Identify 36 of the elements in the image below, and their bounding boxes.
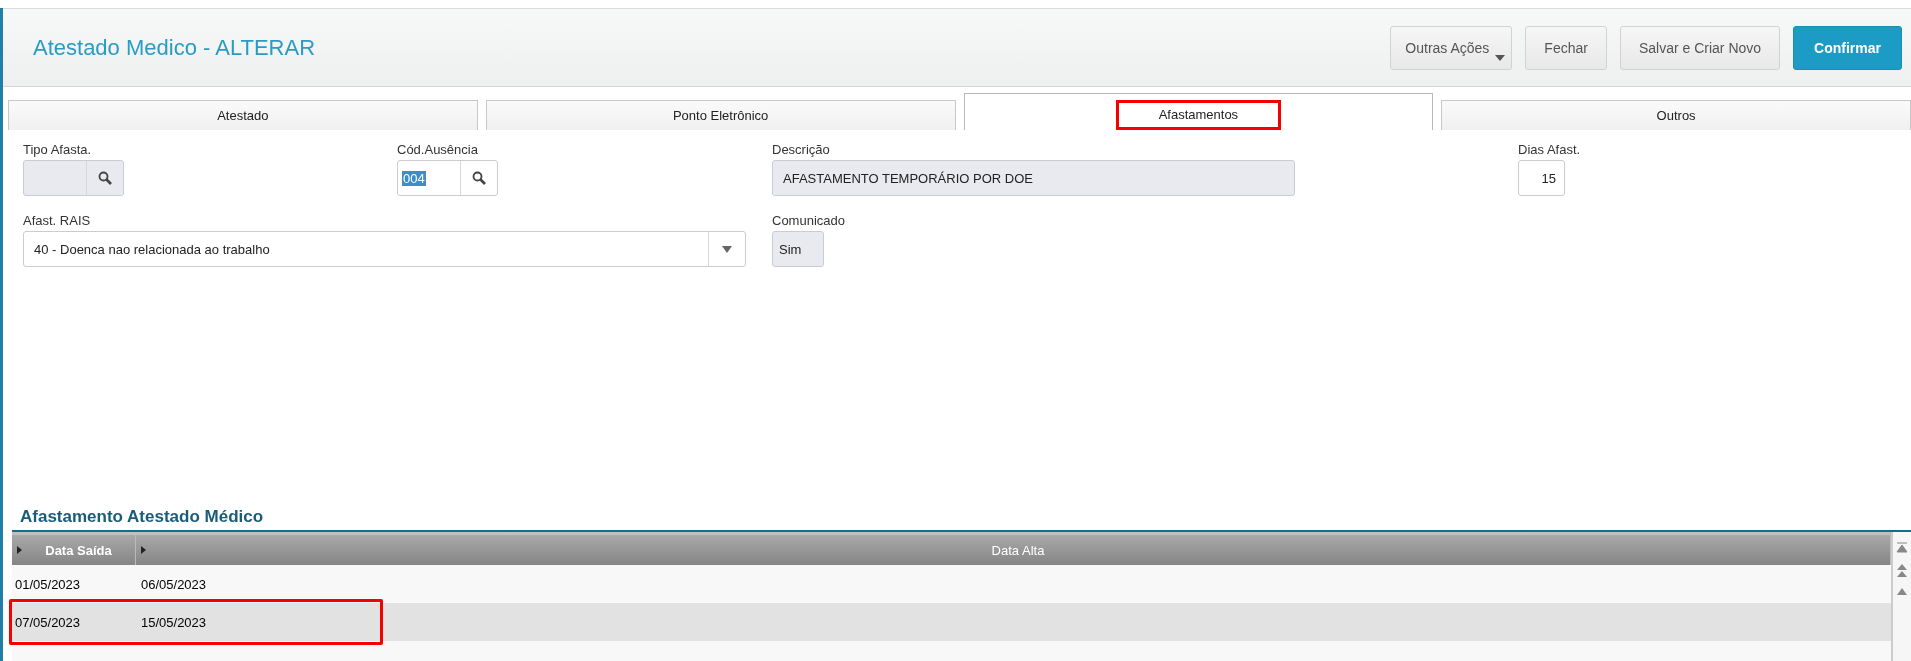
lookup-field[interactable]: 004: [397, 160, 498, 196]
table-cell-text: 01/05/2023: [14, 576, 82, 592]
page-title: Atestado Medico - ALTERAR: [33, 34, 317, 61]
field-label: Comunicado: [772, 213, 846, 228]
tab[interactable]: Outros: [1441, 100, 1911, 130]
caret-icon: [722, 245, 732, 253]
tab[interactable]: Atestado: [8, 100, 478, 130]
table-cell-text: 06/05/2023: [140, 576, 208, 592]
table-cell-text: 15/05/2023: [140, 614, 208, 630]
action-button[interactable]: Salvar e Criar Novo: [1619, 25, 1781, 70]
lookup-field[interactable]: [23, 160, 124, 196]
field-label: Dias Afast.: [1518, 142, 1582, 157]
page-up-icon[interactable]: [1896, 564, 1908, 578]
search-icon[interactable]: [472, 171, 486, 185]
field-label: Cód.Ausência: [397, 142, 479, 157]
scroll-up-icon[interactable]: [1896, 588, 1908, 596]
input-field[interactable]: Sim: [772, 231, 824, 267]
field-label: Tipo Afasta.: [23, 142, 93, 157]
action-button[interactable]: Fechar: [1525, 25, 1607, 70]
input-field[interactable]: AFASTAMENTO TEMPORÁRIO POR DOE: [772, 160, 1295, 196]
table-cell-text: 07/05/2023: [14, 614, 82, 630]
scroll-top-icon[interactable]: [1896, 542, 1908, 554]
expand-icon[interactable]: [17, 546, 22, 554]
select-field[interactable]: 40 - Doenca nao relacionada ao trabalho: [23, 231, 746, 267]
scrollbar[interactable]: [1891, 532, 1911, 661]
field-label: Afast. RAIS: [23, 213, 92, 228]
field-label: Descrição: [772, 142, 831, 157]
search-icon[interactable]: [98, 171, 112, 185]
tab[interactable]: Ponto Eletrônico: [485, 100, 956, 130]
tab[interactable]: Afastamentos: [963, 93, 1434, 130]
input-field[interactable]: 15: [1518, 160, 1565, 196]
table-row[interactable]: 01/05/2023 06/05/2023: [12, 565, 1891, 603]
actions-dropdown-button[interactable]: Outras Ações: [1390, 25, 1513, 70]
expand-icon[interactable]: [141, 546, 146, 554]
caret-icon: [1495, 54, 1506, 61]
section-title: Afastamento Atestado Médico: [20, 507, 265, 528]
